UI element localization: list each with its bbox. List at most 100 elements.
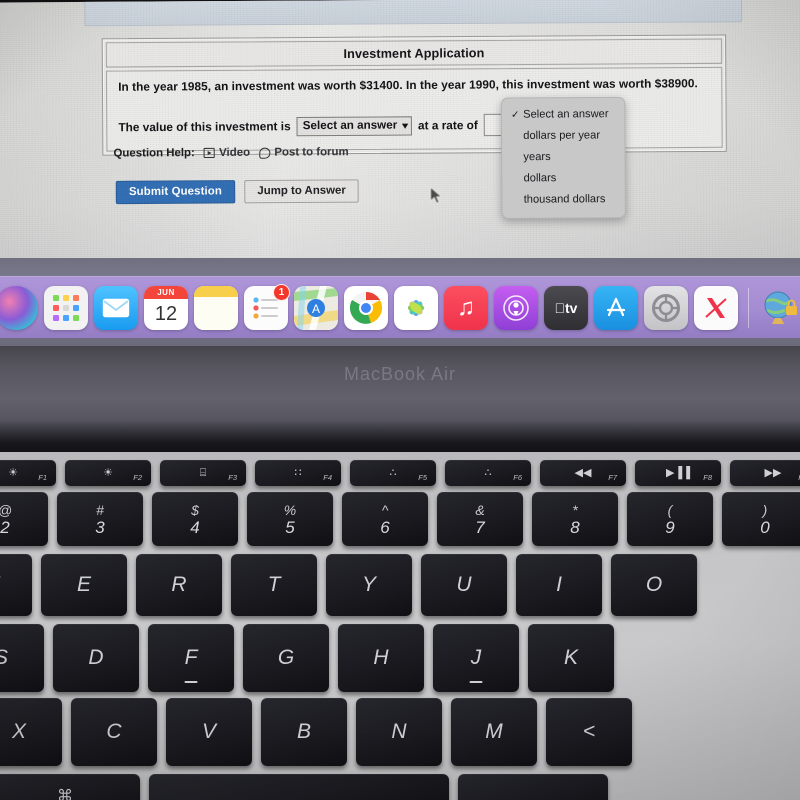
dock-separator [748, 287, 749, 328]
key-7[interactable]: & 7 [437, 492, 523, 546]
key-4[interactable]: $4 [152, 492, 238, 546]
key-j[interactable]: J [433, 624, 519, 692]
dock-item-podcasts[interactable] [494, 285, 538, 330]
dock-item-launchpad[interactable] [44, 285, 88, 330]
key-k[interactable]: K [528, 624, 614, 692]
dock-item-calendar[interactable]: JUN 12 [144, 285, 188, 330]
key-f3[interactable]: ⌸ F3 [160, 460, 246, 486]
key-x[interactable]: X [0, 698, 62, 766]
key-e[interactable]: E [41, 554, 127, 616]
key-spacebar-section[interactable] [458, 774, 608, 800]
key-f6[interactable]: ∴ F6 [445, 460, 531, 486]
dock-item-mail[interactable] [94, 285, 138, 330]
key-h[interactable]: H [338, 624, 424, 692]
key-f[interactable]: F [148, 624, 234, 692]
key-b[interactable]: B [261, 698, 347, 766]
dock-item-globe-lock[interactable] [759, 286, 800, 330]
dock-item-appstore[interactable] [594, 285, 638, 330]
dock-item-reminders[interactable]: 1 [244, 283, 290, 330]
key-6[interactable]: ^ 6 [342, 492, 428, 546]
key-y[interactable]: Y [326, 554, 412, 616]
command-glyph-icon: ⌘ [57, 788, 73, 800]
key-f9[interactable]: ▶▶F9 [730, 460, 800, 486]
key-u[interactable]: U [421, 554, 507, 616]
key-w[interactable]: W [0, 554, 32, 616]
key-shift-label: & [475, 501, 485, 518]
key-label: X [11, 720, 26, 743]
dock-item-music[interactable]: ♫ [444, 285, 488, 330]
key-label: 8 [570, 517, 580, 537]
dock-item-notes[interactable] [194, 285, 238, 330]
key-command[interactable]: ⌘ [0, 774, 140, 800]
key-3[interactable]: #3 [57, 492, 143, 546]
key-s[interactable]: S [0, 624, 44, 692]
dropdown-option-3[interactable]: dollars [502, 168, 625, 190]
key-d[interactable]: D [53, 624, 139, 692]
key-f1[interactable]: ☀ F1 [0, 460, 56, 486]
key-t[interactable]: T [231, 554, 317, 616]
dropdown-option-label: dollars [523, 172, 557, 185]
keyboard-bottom-letter-row: X C V B N M < [0, 698, 632, 766]
key-shift-label: ) [762, 501, 768, 518]
dock-item-siri[interactable] [0, 285, 38, 330]
dock-item-photos[interactable] [394, 285, 438, 330]
globe-lock-icon [764, 291, 797, 324]
dock-item-appletv[interactable]: tv [544, 285, 588, 330]
dock-item-news[interactable] [694, 285, 738, 330]
chevron-down-icon: ▾ [401, 119, 408, 131]
reminders-badge: 1 [273, 283, 290, 301]
notes-body [194, 296, 238, 330]
key-label: 2 [0, 517, 10, 537]
key-f7[interactable]: ◀◀ F7 [540, 460, 626, 486]
key-shift-label: * [572, 501, 578, 518]
key-label: C [106, 720, 122, 743]
dropdown-option-label: thousand dollars [523, 193, 606, 206]
key-c[interactable]: C [71, 698, 157, 766]
key-shift-label: # [96, 501, 104, 518]
key-label: F6 [513, 473, 522, 482]
key-label: N [391, 720, 407, 743]
question-help-row: Question Help: Video Post to forum [113, 146, 348, 160]
dock-item-system-preferences[interactable] [644, 285, 688, 330]
dropdown-option-2[interactable]: years [502, 146, 625, 168]
submit-question-button[interactable]: Submit Question [115, 180, 236, 205]
action-button-row: Submit Question Jump to Answer [115, 179, 360, 205]
key-o[interactable]: O [611, 554, 697, 616]
photo-of-laptop: Investment Application In the year 1985,… [0, 0, 800, 800]
key-v[interactable]: V [166, 698, 252, 766]
key-0[interactable]: ) 0 [722, 492, 800, 546]
dock-item-maps[interactable]: A [294, 285, 338, 330]
svg-text:A: A [312, 302, 320, 316]
key-label: F2 [133, 473, 142, 482]
key-f4[interactable]: ∷ F4 [255, 460, 341, 486]
key-label: E [76, 573, 91, 596]
key-glyph-icon: ▶▐▐ [665, 466, 691, 479]
dropdown-option-0[interactable]: ✓ Select an answer [502, 104, 625, 126]
key-label: F5 [418, 473, 427, 482]
keyboard-qwerty-row: W E RTYUIO [0, 554, 697, 616]
key-n[interactable]: N [356, 698, 442, 766]
checkmark-icon: ✓ [510, 109, 520, 121]
dropdown-option-4[interactable]: thousand dollars [502, 189, 625, 211]
key-spacebar-section[interactable] [149, 774, 449, 800]
video-help-link[interactable]: Video [203, 147, 250, 159]
key-2[interactable]: @2 [0, 492, 48, 546]
key-f5[interactable]: ∴ F5 [350, 460, 436, 486]
units-dropdown-menu[interactable]: ✓ Select an answer dollars per year year… [500, 96, 627, 219]
key-i[interactable]: I [516, 554, 602, 616]
key-g[interactable]: G [243, 624, 329, 692]
key-8[interactable]: * 8 [532, 492, 618, 546]
key-f8[interactable]: ▶▐▐ F8 [635, 460, 721, 486]
jump-to-answer-button[interactable]: Jump to Answer [244, 179, 360, 204]
key-5[interactable]: % 5 [247, 492, 333, 546]
post-to-forum-link[interactable]: Post to forum [259, 146, 349, 159]
units-select[interactable]: Select an answer ▾ [296, 115, 412, 136]
dropdown-option-1[interactable]: dollars per year [502, 125, 625, 147]
dock-item-chrome[interactable] [344, 285, 388, 330]
key-comma[interactable]: < [546, 698, 632, 766]
key-r[interactable]: R [136, 554, 222, 616]
key-9[interactable]: (9 [627, 492, 713, 546]
key-m[interactable]: M [451, 698, 537, 766]
key-f2[interactable]: ☀ F2 [65, 460, 151, 486]
key-glyph-icon: ∷ [294, 466, 302, 479]
